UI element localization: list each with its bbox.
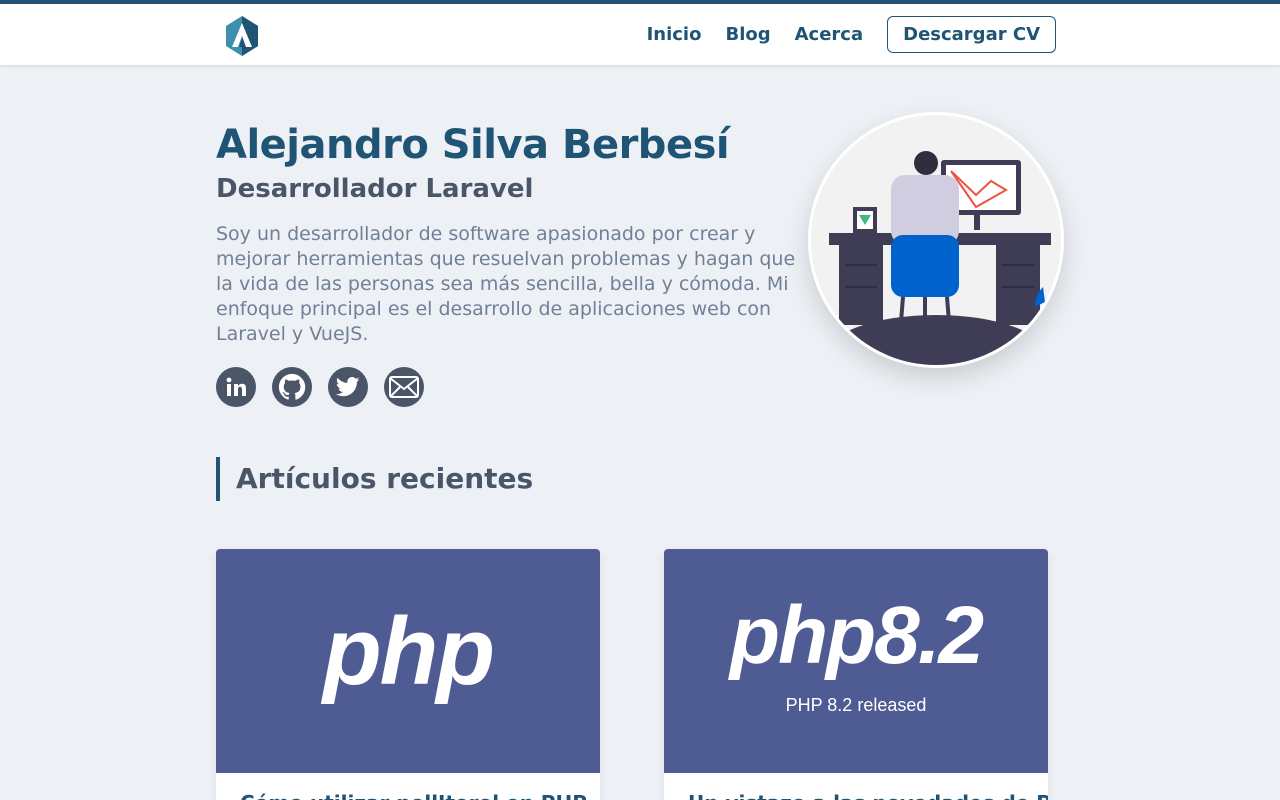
page-title: Alejandro Silva Berbesí [216, 122, 730, 168]
php-logo-text: php [323, 598, 495, 705]
php82-caption: PHP 8.2 released [785, 695, 927, 715]
github-icon[interactable] [272, 367, 312, 407]
main-nav: Inicio Blog Acerca Descargar CV [623, 15, 1056, 53]
social-links [216, 367, 816, 407]
nav-acerca[interactable]: Acerca [795, 24, 864, 45]
article-banner: php [216, 549, 600, 773]
developer-illustration [808, 112, 1064, 368]
hero-section: Alejandro Silva Berbesí Desarrollador La… [216, 120, 816, 407]
linkedin-icon[interactable] [216, 367, 256, 407]
site-logo[interactable] [222, 14, 262, 56]
download-cv-button[interactable]: Descargar CV [887, 15, 1056, 53]
nav-blog[interactable]: Blog [725, 24, 770, 45]
email-icon[interactable] [384, 367, 424, 407]
article-banner: php8.2 PHP 8.2 released [664, 549, 1048, 773]
job-title: Desarrollador Laravel [216, 174, 534, 204]
bio-text: Soy un desarrollador de software apasion… [216, 223, 796, 345]
article-title[interactable]: Un vistazo a las novedades de PHP 8.2 [664, 773, 1048, 800]
top-navbar: Inicio Blog Acerca Descargar CV [0, 0, 1280, 65]
twitter-icon[interactable] [328, 367, 368, 407]
article-card[interactable]: php Cómo utilizar pollIterol en PHP [216, 549, 600, 800]
php82-logo-text: php8.2 [729, 590, 984, 681]
article-card[interactable]: php8.2 PHP 8.2 released Un vistazo a las… [664, 549, 1048, 800]
nav-inicio[interactable]: Inicio [647, 24, 702, 45]
article-title[interactable]: Cómo utilizar pollIterol en PHP [216, 773, 600, 800]
recent-articles-heading: Artículos recientes [216, 457, 533, 501]
